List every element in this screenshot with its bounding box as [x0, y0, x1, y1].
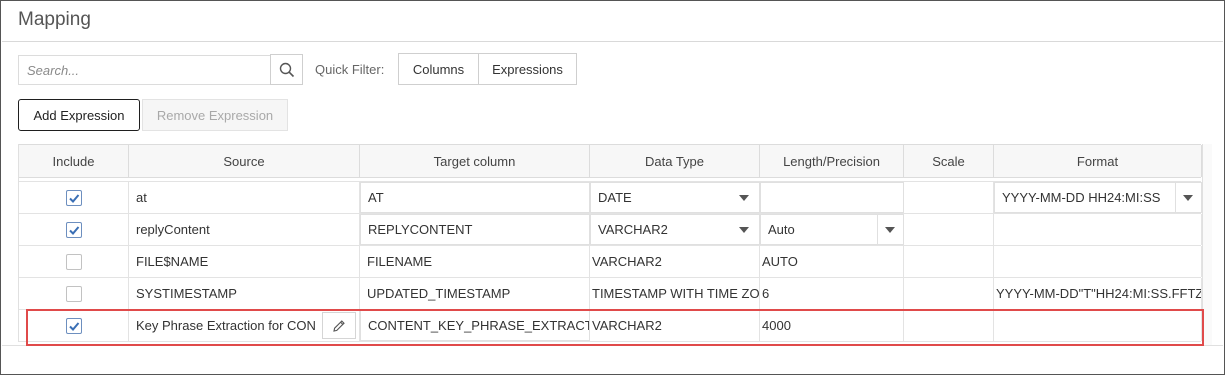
header-source[interactable]: Source: [129, 145, 360, 177]
header-format[interactable]: Format: [994, 145, 1202, 177]
data-type-select[interactable]: VARCHAR2: [590, 214, 760, 245]
include-cell: [19, 310, 129, 341]
scale-cell[interactable]: [904, 278, 994, 309]
add-expression-button[interactable]: Add Expression: [18, 99, 140, 131]
quick-filter-label: Quick Filter:: [315, 62, 385, 77]
data-type-cell[interactable]: VARCHAR2: [590, 246, 760, 277]
data-type-value: DATE: [598, 190, 632, 205]
search-field[interactable]: [18, 55, 271, 85]
source-cell[interactable]: at: [129, 182, 360, 213]
length-precision-cell[interactable]: 4000: [760, 310, 904, 341]
mapping-grid: Include Source Target column Data Type L…: [18, 144, 1202, 342]
include-checkbox[interactable]: [65, 189, 82, 206]
table-row: replyContent REPLYCONTENT VARCHAR2 Auto: [19, 214, 1202, 246]
data-type-cell[interactable]: TIMESTAMP WITH TIME ZO: [590, 278, 760, 309]
chevron-down-icon[interactable]: [1183, 195, 1193, 201]
data-type-cell[interactable]: VARCHAR2: [590, 310, 760, 341]
target-column-cell[interactable]: FILENAME: [360, 246, 590, 277]
target-column-cell[interactable]: UPDATED_TIMESTAMP: [360, 278, 590, 309]
length-value: Auto: [768, 222, 795, 237]
format-select[interactable]: YYYY-MM-DD HH24:MI:SS: [994, 182, 1202, 213]
bottom-divider: [2, 345, 1223, 346]
search-input[interactable]: [19, 56, 270, 84]
scale-cell[interactable]: [904, 310, 994, 341]
include-checkbox[interactable]: [65, 221, 82, 238]
include-checkbox[interactable]: [65, 317, 82, 334]
checkmark-icon: [68, 225, 79, 235]
include-cell: [19, 246, 129, 277]
filter-columns-button[interactable]: Columns: [398, 53, 479, 85]
search-icon: [279, 62, 294, 77]
search-button[interactable]: [270, 54, 303, 85]
edit-expression-button[interactable]: [322, 312, 356, 339]
panel-title: Mapping: [18, 9, 91, 30]
table-row: at AT DATE YYYY-MM-DD HH24:MI:SS: [19, 182, 1202, 214]
include-checkbox[interactable]: [65, 285, 82, 302]
header-scale[interactable]: Scale: [904, 145, 994, 177]
include-cell: [19, 214, 129, 245]
header-data-type[interactable]: Data Type: [590, 145, 760, 177]
format-cell[interactable]: YYYY-MM-DD"T"HH24:MI:SS.FFTZ: [994, 278, 1202, 309]
format-value: YYYY-MM-DD HH24:MI:SS: [1002, 190, 1161, 205]
chevron-down-icon[interactable]: [739, 195, 749, 201]
format-cell[interactable]: [994, 246, 1202, 277]
length-precision-input[interactable]: [760, 182, 904, 213]
checkmark-icon: [68, 193, 79, 203]
include-cell: [19, 182, 129, 213]
filter-expressions-button[interactable]: Expressions: [478, 53, 577, 85]
chevron-down-icon[interactable]: [739, 227, 749, 233]
mapping-panel: Mapping Quick Filter: Columns Expression…: [0, 0, 1225, 375]
source-expression-text: Key Phrase Extraction for CON: [136, 318, 316, 333]
table-row-selected: Key Phrase Extraction for CON CONTENT_KE…: [19, 310, 1202, 342]
remove-expression-button: Remove Expression: [142, 99, 288, 131]
grid-scroll-gutter[interactable]: [1202, 144, 1212, 345]
include-checkbox[interactable]: [65, 253, 82, 270]
pencil-icon: [333, 319, 345, 332]
target-column-input[interactable]: CONTENT_KEY_PHRASE_EXTRACTIC: [360, 310, 590, 341]
format-cell[interactable]: [994, 214, 1202, 245]
title-divider: [2, 41, 1223, 42]
length-precision-select[interactable]: Auto: [760, 214, 904, 245]
data-type-value: VARCHAR2: [598, 222, 668, 237]
target-column-input[interactable]: AT: [360, 182, 590, 213]
target-column-input[interactable]: REPLYCONTENT: [360, 214, 590, 245]
scale-cell[interactable]: [904, 182, 994, 213]
include-cell: [19, 278, 129, 309]
table-row: SYSTIMESTAMP UPDATED_TIMESTAMP TIMESTAMP…: [19, 278, 1202, 310]
length-precision-cell[interactable]: 6: [760, 278, 904, 309]
source-expression-cell[interactable]: Key Phrase Extraction for CON: [129, 310, 360, 341]
scale-cell[interactable]: [904, 246, 994, 277]
source-cell[interactable]: FILE$NAME: [129, 246, 360, 277]
format-cell[interactable]: [994, 310, 1202, 341]
scale-cell[interactable]: [904, 214, 994, 245]
header-include[interactable]: Include: [19, 145, 129, 177]
grid-header: Include Source Target column Data Type L…: [19, 144, 1202, 178]
source-cell[interactable]: SYSTIMESTAMP: [129, 278, 360, 309]
checkmark-icon: [68, 321, 79, 331]
data-type-select[interactable]: DATE: [590, 182, 760, 213]
header-length-precision[interactable]: Length/Precision: [760, 145, 904, 177]
chevron-down-icon[interactable]: [885, 227, 895, 233]
source-cell[interactable]: replyContent: [129, 214, 360, 245]
length-precision-cell[interactable]: AUTO: [760, 246, 904, 277]
table-row: FILE$NAME FILENAME VARCHAR2 AUTO: [19, 246, 1202, 278]
header-target-column[interactable]: Target column: [360, 145, 590, 177]
